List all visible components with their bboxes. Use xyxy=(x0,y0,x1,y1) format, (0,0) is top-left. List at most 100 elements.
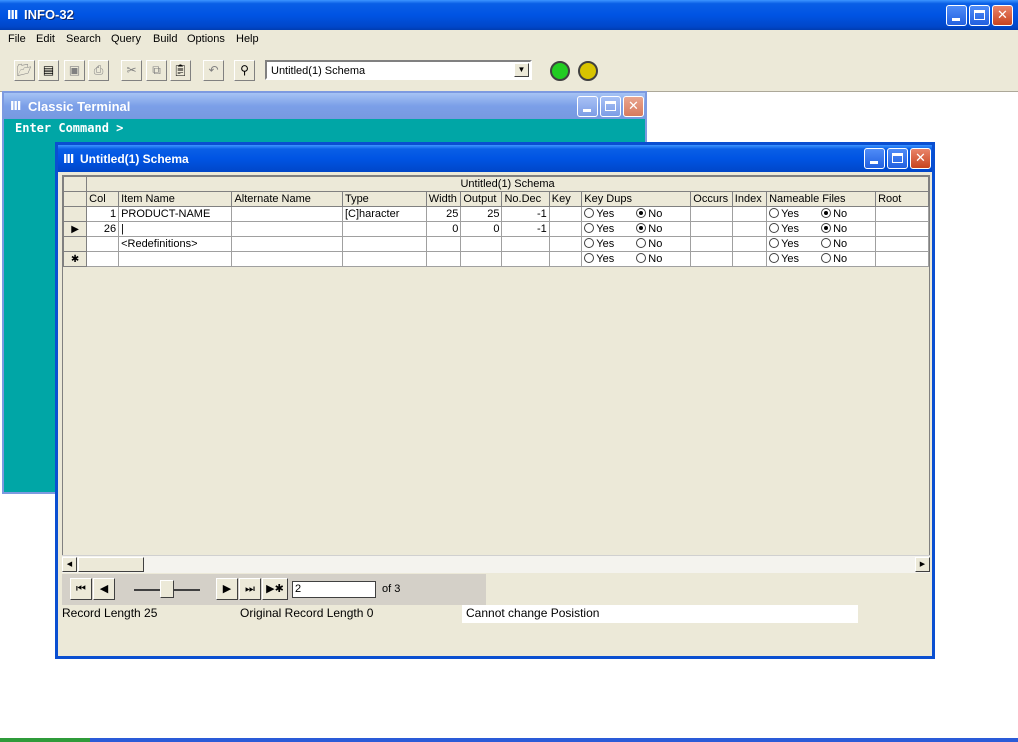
scroll-right-icon[interactable]: ▶ xyxy=(915,557,930,572)
radio-option-yes[interactable]: Yes xyxy=(769,253,821,265)
radio-button-icon[interactable] xyxy=(636,253,647,263)
green-status-light[interactable] xyxy=(550,61,570,81)
column-header[interactable]: Alternate Name xyxy=(231,191,343,207)
output-cell[interactable]: 0 xyxy=(460,221,503,237)
schema-maximize-button[interactable] xyxy=(887,148,908,169)
radio-button-icon[interactable] xyxy=(769,208,780,218)
key-cell[interactable] xyxy=(548,251,583,267)
schema-window[interactable]: Ⅲ Untitled(1) Schema ✕ Untitled(1) Schem… xyxy=(55,142,935,659)
column-header[interactable]: Index xyxy=(731,191,768,207)
no-dec-cell[interactable] xyxy=(501,251,550,267)
key-dups-cell[interactable]: Yes No xyxy=(581,221,692,237)
radio-option-yes[interactable]: Yes xyxy=(584,208,636,220)
scroll-thumb[interactable] xyxy=(78,557,144,572)
schema-grid[interactable]: Untitled(1) Schema Col Item Name Alterna… xyxy=(62,175,930,573)
schema-close-button[interactable]: ✕ xyxy=(910,148,931,169)
column-header[interactable]: Output xyxy=(460,191,503,207)
column-header[interactable]: No.Dec xyxy=(501,191,550,207)
menu-help[interactable]: Help xyxy=(236,33,259,45)
index-cell[interactable] xyxy=(731,221,768,237)
column-header[interactable]: Key Dups xyxy=(581,191,692,207)
radio-option-no[interactable]: No xyxy=(636,253,688,265)
no-dec-cell[interactable]: -1 xyxy=(501,206,550,222)
terminal-close-button[interactable]: ✕ xyxy=(623,96,644,117)
output-cell[interactable] xyxy=(460,236,503,252)
radio-button-icon[interactable] xyxy=(636,238,647,248)
nameable-files-cell[interactable]: Yes No xyxy=(766,251,877,267)
paste-button[interactable]: 📋︎ xyxy=(170,60,191,81)
close-button[interactable]: ✕ xyxy=(992,5,1013,26)
row-selector[interactable] xyxy=(63,206,88,222)
root-cell[interactable] xyxy=(875,251,929,267)
radio-option-yes[interactable]: Yes xyxy=(769,223,821,235)
key-cell[interactable] xyxy=(548,221,583,237)
alternate-name-cell[interactable] xyxy=(231,251,343,267)
item-name-cell[interactable]: <Redefinitions> xyxy=(118,236,233,252)
root-cell[interactable] xyxy=(875,236,929,252)
occurs-cell[interactable] xyxy=(690,221,733,237)
occurs-cell[interactable] xyxy=(690,206,733,222)
first-record-button[interactable]: ⏮ xyxy=(70,578,92,600)
width-cell[interactable]: 25 xyxy=(425,206,462,222)
chevron-down-icon[interactable]: ▼ xyxy=(514,63,529,77)
no-dec-cell[interactable] xyxy=(501,236,550,252)
table-row[interactable]: ▶ 26 | 0 0 -1 Yes No Yes No xyxy=(63,221,929,237)
radio-option-yes[interactable]: Yes xyxy=(769,208,821,220)
occurs-cell[interactable] xyxy=(690,236,733,252)
no-dec-cell[interactable]: -1 xyxy=(501,221,550,237)
title-bar[interactable]: Ⅲ INFO-32 ✕ xyxy=(0,0,1018,30)
nameable-files-cell[interactable]: Yes No xyxy=(766,236,877,252)
output-cell[interactable] xyxy=(460,251,503,267)
previous-record-button[interactable]: ◀ xyxy=(93,578,115,600)
radio-button-icon[interactable] xyxy=(769,238,780,248)
radio-button-icon[interactable] xyxy=(584,223,595,233)
radio-option-no[interactable]: No xyxy=(821,253,873,265)
maximize-button[interactable] xyxy=(969,5,990,26)
index-cell[interactable] xyxy=(731,206,768,222)
row-selector[interactable] xyxy=(63,236,88,252)
item-name-cell[interactable]: PRODUCT-NAME xyxy=(118,206,233,222)
radio-option-yes[interactable]: Yes xyxy=(769,238,821,250)
item-name-cell[interactable] xyxy=(118,251,233,267)
key-dups-cell[interactable]: Yes No xyxy=(581,236,692,252)
width-cell[interactable] xyxy=(425,251,462,267)
next-record-button[interactable]: ▶ xyxy=(216,578,238,600)
radio-button-icon[interactable] xyxy=(584,238,595,248)
key-dups-cell[interactable]: Yes No xyxy=(581,206,692,222)
schema-title-bar[interactable]: Ⅲ Untitled(1) Schema ✕ xyxy=(58,145,932,172)
nameable-files-cell[interactable]: Yes No xyxy=(766,221,877,237)
type-cell[interactable] xyxy=(341,221,427,237)
radio-button-icon[interactable] xyxy=(769,253,780,263)
alternate-name-cell[interactable] xyxy=(231,206,343,222)
radio-button-icon[interactable] xyxy=(584,253,595,263)
print-button[interactable]: ⎙ xyxy=(88,60,109,81)
table-row[interactable]: <Redefinitions> Yes No Yes No xyxy=(63,236,929,252)
column-header[interactable]: Width xyxy=(425,191,462,207)
col-cell[interactable]: 1 xyxy=(86,206,120,222)
key-cell[interactable] xyxy=(548,206,583,222)
find-button[interactable]: ⚲ xyxy=(234,60,255,81)
radio-button-icon[interactable] xyxy=(821,223,832,233)
row-selector[interactable]: ✱ xyxy=(63,251,88,267)
radio-button-icon[interactable] xyxy=(636,223,647,233)
radio-option-no[interactable]: No xyxy=(636,238,688,250)
terminal-prompt[interactable]: Enter Command > xyxy=(15,121,123,135)
schema-minimize-button[interactable] xyxy=(864,148,885,169)
column-header[interactable]: Root xyxy=(875,191,929,207)
root-cell[interactable] xyxy=(875,206,929,222)
terminal-title-bar[interactable]: Ⅲ Classic Terminal ✕ xyxy=(4,93,645,119)
radio-option-no[interactable]: No xyxy=(636,223,688,235)
scroll-left-icon[interactable]: ◀ xyxy=(62,557,77,572)
alternate-name-cell[interactable] xyxy=(231,236,343,252)
radio-option-yes[interactable]: Yes xyxy=(584,253,636,265)
radio-option-yes[interactable]: Yes xyxy=(584,238,636,250)
horizontal-scrollbar[interactable]: ◀ ▶ xyxy=(62,555,930,573)
copy-button[interactable]: ⧉ xyxy=(146,60,167,81)
radio-option-no[interactable]: No xyxy=(821,208,873,220)
output-cell[interactable]: 25 xyxy=(460,206,503,222)
cut-button[interactable]: ✂ xyxy=(121,60,142,81)
yellow-status-light[interactable] xyxy=(578,61,598,81)
menu-query[interactable]: Query xyxy=(111,33,141,45)
start-button[interactable] xyxy=(0,738,90,742)
radio-button-icon[interactable] xyxy=(821,208,832,218)
